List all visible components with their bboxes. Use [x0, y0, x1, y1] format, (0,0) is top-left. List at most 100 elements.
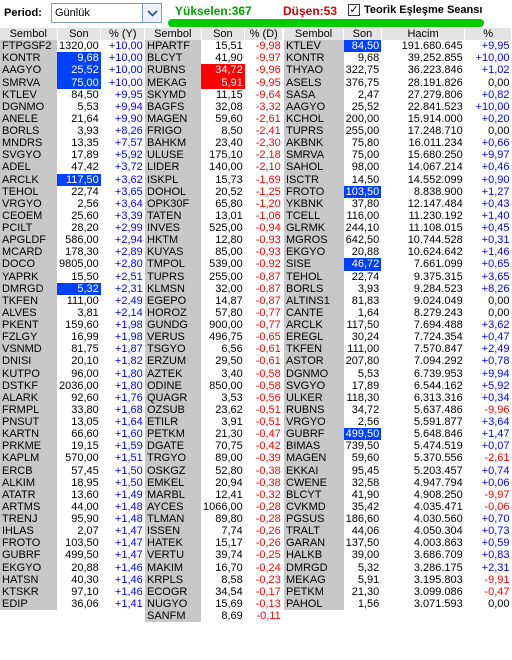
- table-row[interactable]: EKGYO 20,88 +1,46: [0, 561, 145, 574]
- table-row[interactable]: ISCTR 14,50 14.552.099 +0,90: [284, 173, 512, 186]
- table-row[interactable]: BIMAS 739,50 5.474.519 +0,07: [284, 440, 512, 453]
- table-row[interactable]: HATEK 15,17 -0,26: [145, 537, 283, 550]
- table-row[interactable]: ALTINS1 81,83 9.024.049 0,00: [284, 294, 512, 307]
- col-header-volume[interactable]: Hacim: [381, 28, 466, 41]
- table-row[interactable]: AAGYO 25,52 22.841.523 +10,00: [284, 100, 512, 113]
- table-row[interactable]: BAHKM 23,40 -2,30: [145, 137, 283, 150]
- table-row[interactable]: ALVES 3,81 +2,14: [0, 306, 145, 319]
- table-row[interactable]: IHLAS 2,07 +1,47: [0, 525, 145, 538]
- table-row[interactable]: KTLEV 84,50 +9,95: [0, 88, 145, 101]
- table-row[interactable]: VRGYO 2,56 5.591.877 +3,64: [284, 416, 512, 429]
- table-row[interactable]: SANFM 8,69 -0,11: [145, 610, 283, 623]
- table-row[interactable]: FTPGSF2 1320,00 +10,00: [0, 40, 145, 53]
- chevron-down-icon[interactable]: [142, 4, 161, 22]
- table-row[interactable]: GUNDG 900,00 -0,77: [145, 319, 283, 332]
- table-row[interactable]: ASELS 376,75 28.191.826 0,00: [284, 76, 512, 89]
- table-row[interactable]: ADEL 47,42 +3,72: [0, 161, 145, 174]
- table-row[interactable]: ATATR 13,60 +1,49: [0, 488, 145, 501]
- table-row[interactable]: GUBRF 499,50 5.648.846 +1,47: [284, 428, 512, 441]
- table-row[interactable]: PKENT 159,60 +1,98: [0, 319, 145, 332]
- table-row[interactable]: MEKAG 5,91 -9,95: [145, 76, 283, 89]
- table-row[interactable]: MAKIM 16,70 -0,24: [145, 561, 283, 574]
- table-row[interactable]: BLCYT 41,90 -9,97: [145, 52, 283, 65]
- table-row[interactable]: KARTN 66,60 +1,60: [0, 428, 145, 441]
- table-row[interactable]: APGLDF 586,00 +2,94: [0, 234, 145, 247]
- table-row[interactable]: AAGYO 25,52 +10,00: [0, 64, 145, 77]
- table-row[interactable]: KCHOL 200,00 15.914.000 +0,20: [284, 112, 512, 125]
- table-row[interactable]: MNDRS 13,35 +7,57: [0, 137, 145, 150]
- table-row[interactable]: DMRGD 5,32 +2,31: [0, 282, 145, 295]
- table-row[interactable]: CANTE 1,64 8.279.243 0,00: [284, 306, 512, 319]
- table-row[interactable]: TRGYO 89,00 -0,39: [145, 452, 283, 465]
- table-row[interactable]: ASTOR 207,80 7.094.292 +0,78: [284, 355, 512, 368]
- table-row[interactable]: TKFEN 111,00 +2,49: [0, 294, 145, 307]
- table-row[interactable]: HATSN 40,30 +1,46: [0, 573, 145, 586]
- table-row[interactable]: EREGL 30,24 7.724.354 +0,47: [284, 331, 512, 344]
- table-row[interactable]: ANELE 21,64 +9,90: [0, 112, 145, 125]
- table-row[interactable]: PETKM 21,30 -0,47: [145, 428, 283, 441]
- table-row[interactable]: AZTEK 3,40 -0,58: [145, 367, 283, 380]
- table-row[interactable]: MAGEN 59,60 -2,61: [145, 112, 283, 125]
- table-row[interactable]: RUBNS 34,72 5.637.486 -9,96: [284, 403, 512, 416]
- table-row[interactable]: ALKIM 18,95 +1,50: [0, 476, 145, 489]
- table-row[interactable]: DGNMO 5,53 6.739.953 +9,94: [284, 367, 512, 380]
- table-row[interactable]: PNSUT 13,05 +1,64: [0, 416, 145, 429]
- table-row[interactable]: GARAN 137,50 4.003.863 +0,59: [284, 537, 512, 550]
- table-row[interactable]: SMRVA 75,00 +10,00: [0, 76, 145, 89]
- table-row[interactable]: VSNMD 81,75 +1,87: [0, 343, 145, 356]
- table-row[interactable]: SVGYO 17,89 +5,92: [0, 149, 145, 162]
- col-header-change[interactable]: % (Y): [100, 28, 146, 41]
- table-row[interactable]: VRGYO 2,56 +3,64: [0, 197, 145, 210]
- table-row[interactable]: DNISI 20,10 +1,82: [0, 355, 145, 368]
- table-row[interactable]: ETILR 3,91 -0,51: [145, 416, 283, 429]
- table-row[interactable]: GUBRF 499,50 +1,47: [0, 549, 145, 562]
- table-row[interactable]: MGROS 642,50 10.744.528 +0,31: [284, 234, 512, 247]
- table-row[interactable]: AKBNK 75,80 16.011.234 +0,66: [284, 137, 512, 150]
- table-row[interactable]: EKKAI 95,45 5.203.457 +0,74: [284, 464, 512, 477]
- table-row[interactable]: BAGFS 32,08 -3,32: [145, 100, 283, 113]
- table-row[interactable]: TEHOL 22,74 9.375.315 +3,65: [284, 270, 512, 283]
- table-row[interactable]: EGEPO 14,87 -0,87: [145, 294, 283, 307]
- table-row[interactable]: CWENE 32,58 4.947.794 +0,06: [284, 476, 512, 489]
- table-row[interactable]: FROTO 103,50 8.838.900 +1,27: [284, 185, 512, 198]
- table-row[interactable]: ARCLK 117,50 +3,62: [0, 173, 145, 186]
- table-row[interactable]: HALKB 39,00 3.686.709 +0,83: [284, 549, 512, 562]
- table-row[interactable]: ISKPL 15,73 -1,69: [145, 173, 283, 186]
- col-header-symbol[interactable]: Sembol: [0, 28, 58, 41]
- table-row[interactable]: SMRVA 75,00 15.680.250 +9,97: [284, 149, 512, 162]
- table-row[interactable]: YAPRK 15,50 +2,51: [0, 270, 145, 283]
- table-row[interactable]: KUTPO 96,00 +1,80: [0, 367, 145, 380]
- table-row[interactable]: DGNMO 5,53 +9,94: [0, 100, 145, 113]
- table-row[interactable]: ARTMS 44,00 +1,48: [0, 500, 145, 513]
- table-row[interactable]: PRKME 19,15 +1,59: [0, 440, 145, 453]
- table-row[interactable]: TUPRS 255,00 -0,87: [145, 270, 283, 283]
- col-header-change[interactable]: % (D): [244, 28, 284, 41]
- table-row[interactable]: OPK30F 65,80 -1,20: [145, 197, 283, 210]
- table-row[interactable]: EDIP 36,06 +1,41: [0, 597, 145, 610]
- table-row[interactable]: KTLEV 84,50 191.680.645 +9,95: [284, 40, 512, 53]
- table-row[interactable]: DOCO 9805,00 +2,80: [0, 258, 145, 271]
- table-row[interactable]: MCARD 178,30 +2,89: [0, 246, 145, 259]
- table-row[interactable]: HOROZ 57,80 -0,77: [145, 306, 283, 319]
- table-row[interactable]: BLCYT 41,90 4.908.250 -9,97: [284, 488, 512, 501]
- theoretical-match-checkbox[interactable]: ✓: [348, 4, 360, 16]
- table-row[interactable]: OZSUB 23,62 -0,51: [145, 403, 283, 416]
- table-row[interactable]: HKTM 12,80 -0,93: [145, 234, 283, 247]
- table-row[interactable]: KTSKR 97,10 +1,46: [0, 585, 145, 598]
- table-row[interactable]: FRMPL 33,80 +1,68: [0, 403, 145, 416]
- table-row[interactable]: DMRGD 5,32 3.286.175 +2,31: [284, 561, 512, 574]
- table-row[interactable]: BORLS 3,93 9.284.523 +8,26: [284, 282, 512, 295]
- table-row[interactable]: CVKMD 35,42 4.035.471 -0,06: [284, 500, 512, 513]
- table-row[interactable]: ERCB 57,45 +1,50: [0, 464, 145, 477]
- table-row[interactable]: THYAO 322,75 36.223.846 +1,02: [284, 64, 512, 77]
- table-row[interactable]: DGATE 70,75 -0,42: [145, 440, 283, 453]
- table-row[interactable]: NUGYO 15,69 -0,13: [145, 597, 283, 610]
- table-row[interactable]: TCELL 116,00 11.230.192 +1,40: [284, 209, 512, 222]
- table-row[interactable]: MEKAG 5,91 3.195.803 -9,91: [284, 573, 512, 586]
- col-header-last[interactable]: Son: [343, 28, 382, 41]
- table-row[interactable]: FROTO 103,50 +1,47: [0, 537, 145, 550]
- table-row[interactable]: RUBNS 34,72 -9,96: [145, 64, 283, 77]
- table-row[interactable]: TATEN 13,01 -1,06: [145, 209, 283, 222]
- table-row[interactable]: ULUSE 175,10 -2,18: [145, 149, 283, 162]
- col-header-change[interactable]: %: [464, 28, 512, 41]
